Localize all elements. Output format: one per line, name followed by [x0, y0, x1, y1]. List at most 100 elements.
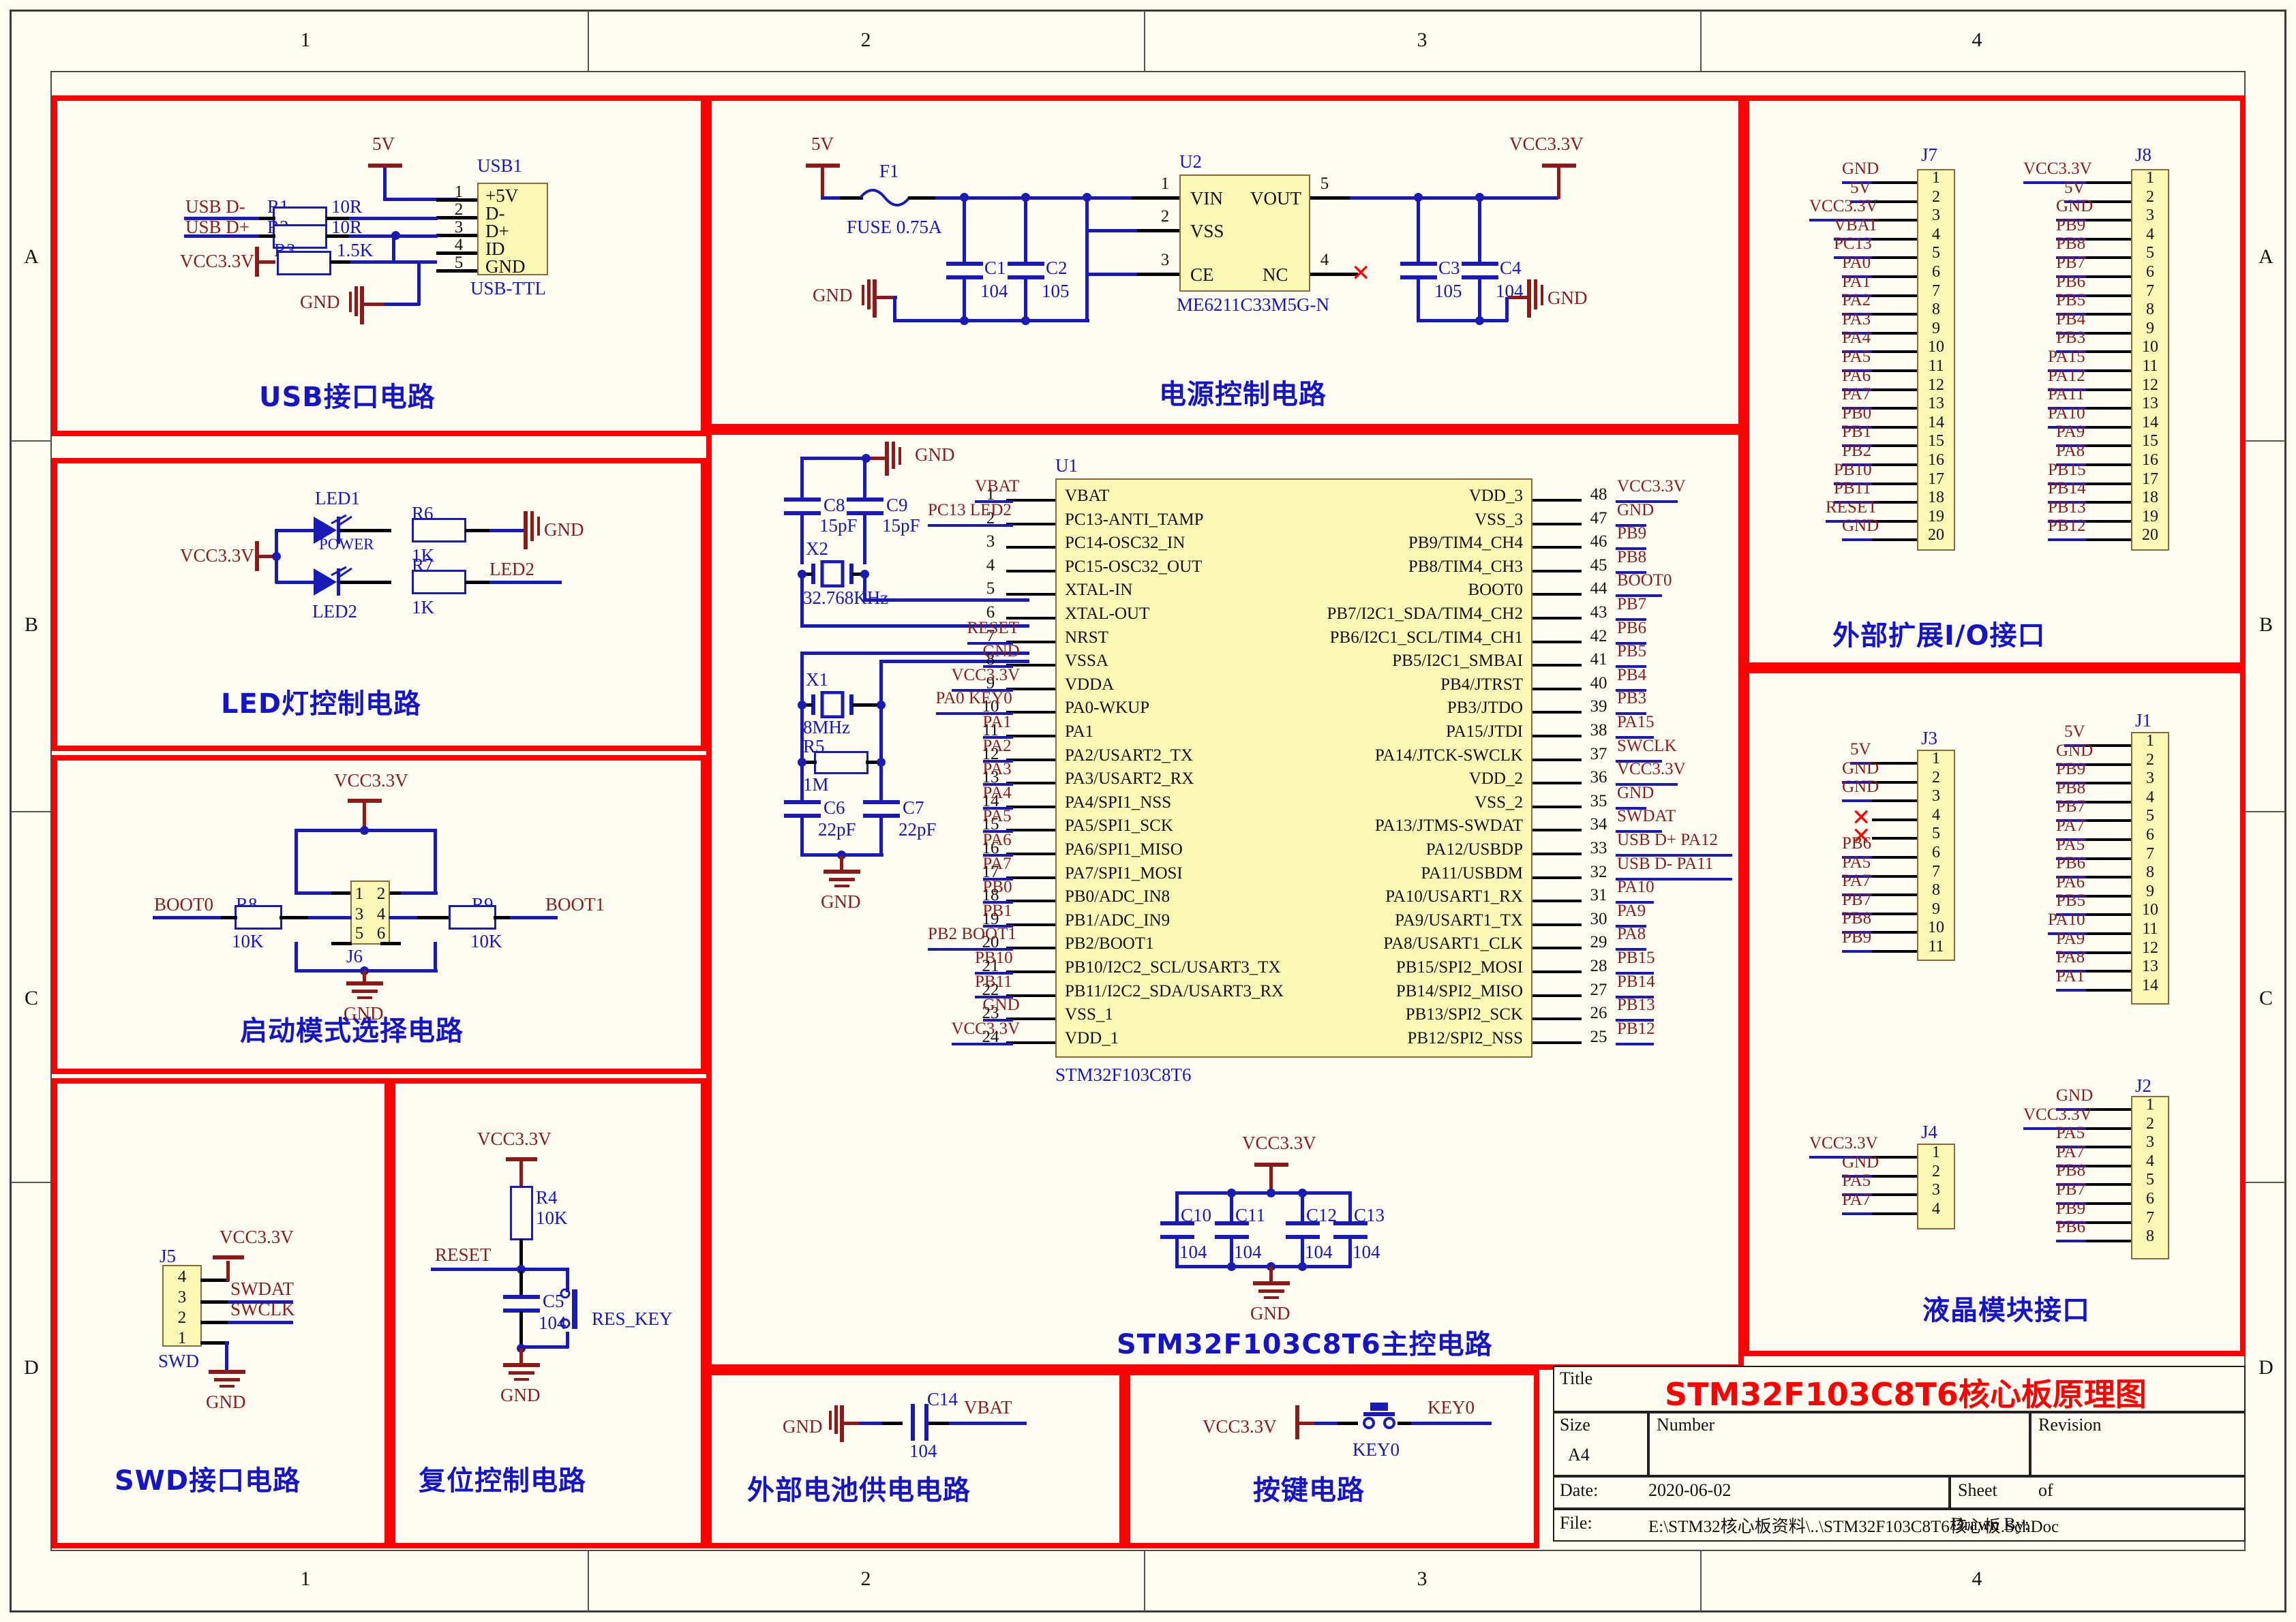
expansion-block-title: 外部扩展I/O接口: [1832, 620, 2046, 652]
power-gnd-bar2: [867, 279, 871, 309]
c4-plate-top: [1462, 262, 1498, 266]
wire: [1350, 196, 1558, 200]
u1-right-pinname-45: PB8/TIM4_CH3: [1408, 557, 1523, 576]
j1-net-5: PB7: [2056, 797, 2086, 816]
title-block-revision-label: Revision: [2038, 1415, 2102, 1435]
key-block-title: 按键电路: [1253, 1475, 1365, 1506]
title-block-drawn-by-label: Drawn By:: [1951, 1514, 2029, 1534]
j1-pinnum-12: 12: [2142, 938, 2158, 957]
u2-part-number: ME6211C33M5G-N: [1177, 294, 1330, 315]
wire: [294, 829, 298, 894]
j3-refdes: J3: [1921, 728, 1938, 748]
u1-left-pinname-12: PA2/USART2_TX: [1065, 746, 1193, 765]
zone-right-b: B: [2259, 613, 2273, 636]
u1-right-pinname-32: PA11/USBDM: [1421, 863, 1523, 883]
led-vcc-net-label: VCC3.3V: [180, 545, 254, 566]
j1-pin-stub-8: [2086, 876, 2131, 879]
j2-pinnum-2: 2: [2146, 1114, 2154, 1133]
j7-net-6: PA0: [1842, 254, 1871, 272]
u1-right-pinnum-29: 29: [1590, 933, 1607, 952]
c13-plate-top: [1333, 1221, 1368, 1225]
j8-net-16: PA8: [2056, 442, 2085, 460]
j1-net-6: PA7: [2056, 816, 2085, 835]
u1-pin-stub-5: [1006, 593, 1055, 596]
u1-pin-stub-45: [1532, 569, 1582, 572]
u1-pin-stub-37: [1532, 758, 1582, 761]
j1-pin-stub-5: [2086, 819, 2131, 823]
j8-pinnum-12: 12: [2142, 376, 2158, 394]
r4-refdes: R4: [536, 1187, 558, 1208]
usb1-pin-num-1: 1: [454, 183, 464, 201]
u1-part-number: STM32F103C8T6: [1055, 1065, 1192, 1085]
u1-right-pinnum-46: 46: [1590, 532, 1607, 551]
j2-pin-stub-6: [2086, 1202, 2131, 1205]
title-block-file-label: File:: [1560, 1513, 1592, 1533]
u1-left-pinname-24: VDD_1: [1065, 1028, 1119, 1047]
j5-pin-2: 2: [177, 1309, 187, 1327]
led2-refdes: LED2: [312, 601, 357, 622]
j8-pin-stub-12: [2086, 388, 2131, 391]
c7-value: 22pF: [898, 819, 937, 840]
j3-pin-stub-6: [1872, 856, 1917, 859]
j8-net-19: PB13: [2048, 498, 2086, 517]
j1-net-2: GND: [2056, 741, 2094, 760]
u1-left-pinname-22: PB11/I2C2_SDA/USART3_RX: [1065, 981, 1284, 1000]
c9-refdes: C9: [886, 495, 908, 515]
j8-net-5: PB8: [2056, 234, 2086, 254]
key0-button-symbol[interactable]: [1355, 1401, 1403, 1439]
u1-left-netwire-2: [928, 523, 1013, 527]
wire: [221, 916, 237, 919]
j1-pinnum-5: 5: [2146, 807, 2154, 825]
j2-pin-stub-1: [2086, 1108, 2131, 1111]
u1-left-net-7: RESET: [967, 618, 1019, 637]
wire: [963, 278, 966, 322]
u1-right-pinnum-37: 37: [1590, 744, 1607, 763]
j1-pin-stub-3: [2086, 782, 2131, 785]
swd-block-title: SWD接口电路: [115, 1465, 301, 1497]
j6-pin-4: 4: [376, 905, 386, 923]
j3-pinnum-10: 10: [1928, 919, 1944, 937]
j1-pin-stub-12: [2086, 951, 2131, 954]
j3-pin-stub-9: [1872, 912, 1917, 915]
power-gnd-net-label: GND: [813, 285, 853, 305]
wire: [1175, 1191, 1179, 1224]
mcu-xtal-gnd2-bar2: [829, 878, 855, 881]
wire: [821, 166, 824, 199]
u1-right-netwire-25: [1616, 1042, 1654, 1045]
u1-right-pinname-30: PA9/USART1_TX: [1395, 911, 1523, 930]
j8-net-11: PA15: [2048, 348, 2085, 366]
u1-left-pinname-11: PA1: [1065, 722, 1094, 741]
wire: [800, 572, 804, 627]
j8-pinnum-8: 8: [2146, 301, 2154, 319]
u1-right-pinnum-36: 36: [1590, 768, 1607, 787]
wire: [519, 1269, 523, 1296]
u1-left-net-12: PA2: [982, 736, 1012, 755]
r8-value: 10K: [232, 931, 264, 951]
j8-net-17: PB15: [2048, 460, 2086, 479]
res-key-button-symbol[interactable]: [554, 1287, 592, 1338]
wire: [882, 1422, 903, 1425]
j2-pinnum-7: 7: [2146, 1208, 2154, 1227]
usb-vcc-net-label: VCC3.3V: [180, 251, 254, 271]
j7-net-16: PB2: [1842, 442, 1872, 460]
wire: [225, 1341, 228, 1371]
wire: [928, 1422, 952, 1425]
wire: [1132, 196, 1179, 200]
u1-right-pinnum-38: 38: [1590, 721, 1607, 739]
c6-plate-top: [784, 800, 821, 804]
j2-pinnum-5: 5: [2146, 1171, 2154, 1189]
j8-net-1: VCC3.3V: [2023, 159, 2092, 178]
u1-left-net-11: PA1: [982, 713, 1012, 731]
j4-net-1: VCC3.3V: [1809, 1134, 1878, 1152]
swd-gnd-bar2: [214, 1378, 240, 1381]
u2-pin-vss: VSS: [1190, 221, 1224, 241]
j2-pinnum-6: 6: [2146, 1190, 2154, 1208]
u1-left-pinname-5: XTAL-IN: [1065, 581, 1133, 600]
u1-left-net-9: VCC3.3V: [951, 665, 1021, 684]
u1-left-net-14: PA4: [982, 783, 1012, 802]
power-gnd2-bar2: [1534, 279, 1537, 309]
u1-right-pinname-31: PA10/USART1_RX: [1385, 887, 1523, 906]
wire: [879, 816, 883, 856]
wire: [259, 234, 275, 238]
c1-value: 104: [980, 281, 1008, 301]
